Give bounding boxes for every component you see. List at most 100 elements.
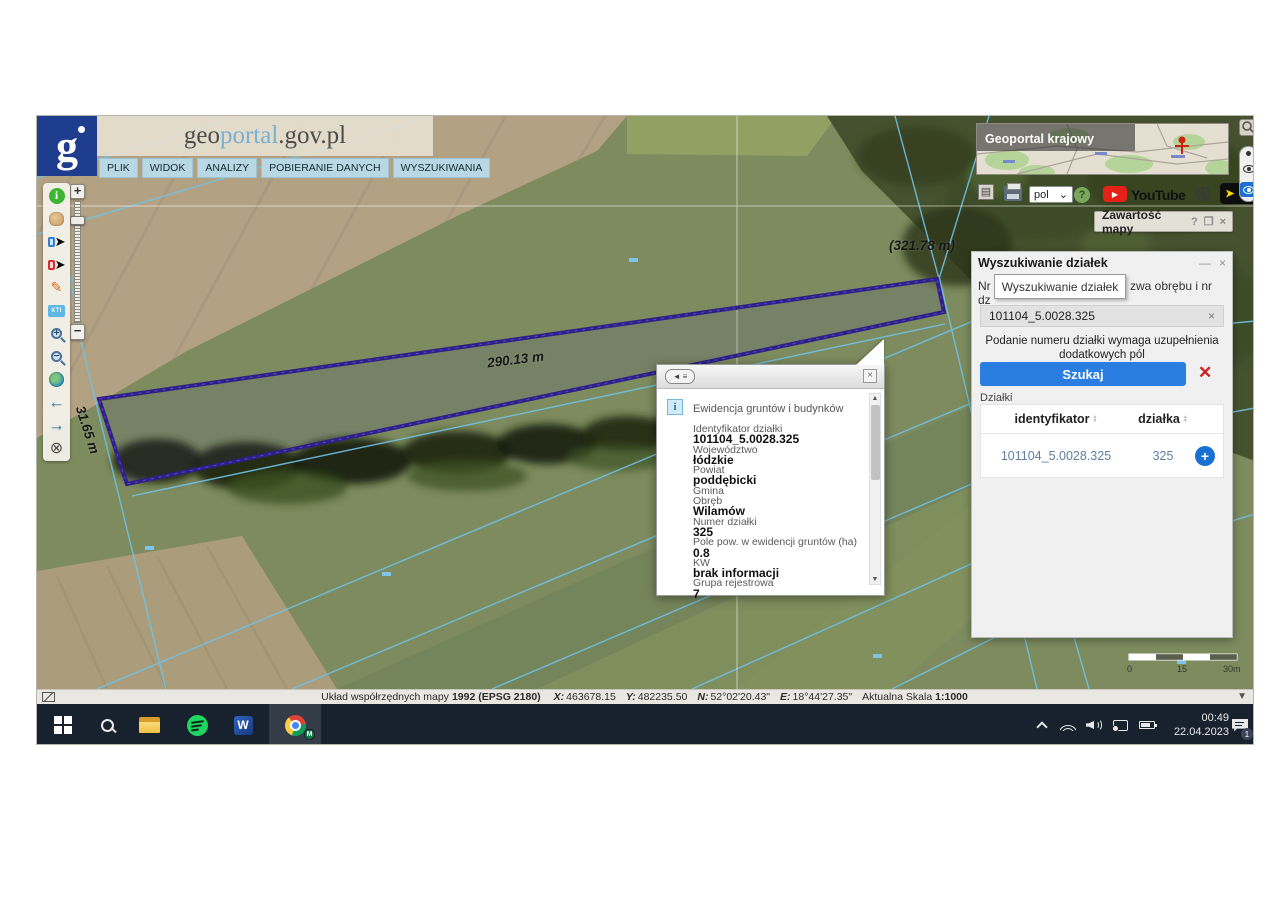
print-button[interactable]: [1004, 186, 1022, 201]
wheel-icon: [1195, 186, 1211, 202]
menu-pobieranie-danych[interactable]: POBIERANIE DANYCH: [261, 158, 388, 178]
magnifier-minus-icon: −: [51, 351, 62, 362]
contrast-cursor-icon: ➤: [1225, 187, 1234, 200]
result-row[interactable]: 101104_5.0028.325 325 +: [981, 434, 1223, 477]
zoom-in-button[interactable]: +: [70, 184, 85, 199]
popup-close-button[interactable]: ×: [863, 369, 877, 383]
start-button[interactable]: [41, 704, 85, 745]
panel-titlebar[interactable]: Wyszukiwanie działek — ×: [972, 252, 1232, 274]
windows-taskbar: W M 00:49 22.04.2023 1: [37, 704, 1254, 745]
deselect-area-tool-button[interactable]: ➤: [48, 256, 66, 273]
zoom-out-tool-button[interactable]: −: [48, 348, 66, 365]
next-view-button[interactable]: →: [48, 417, 66, 434]
word-icon: W: [234, 716, 253, 735]
info-tool-button[interactable]: i: [48, 187, 66, 204]
tray-expand-button[interactable]: [1027, 704, 1057, 745]
map-contents-titlebar[interactable]: Zawartość mapy ? ❐ ×: [1094, 211, 1233, 232]
logo-dot: [78, 126, 85, 133]
column-header-identyfikator[interactable]: identyfikator ▲▼: [981, 412, 1131, 426]
sort-icons: ▲▼: [1183, 415, 1188, 423]
file-explorer-button[interactable]: [127, 704, 171, 745]
attr-label: Numer działki: [693, 517, 861, 527]
youtube-label[interactable]: YouTube: [1131, 187, 1185, 203]
select-area-tool-button[interactable]: ➤: [48, 233, 66, 250]
chevron-up-icon: [1036, 721, 1047, 732]
menu-plik[interactable]: PLIK: [99, 158, 138, 178]
scrollbar-thumb[interactable]: [871, 405, 880, 480]
youtube-button[interactable]: ▶: [1103, 186, 1127, 202]
map-contents-close-button[interactable]: ×: [1220, 216, 1226, 228]
eye-toggle-button[interactable]: [1243, 165, 1255, 173]
zoom-out-button[interactable]: −: [70, 324, 85, 340]
windows-logo-icon: [54, 716, 72, 734]
map-contents-help-button[interactable]: ?: [1191, 216, 1198, 228]
globe-tool-button[interactable]: [48, 371, 66, 388]
notification-badge: 1: [1241, 728, 1253, 740]
chrome-button-active[interactable]: M: [269, 704, 321, 745]
xti-tool-button[interactable]: XTI: [48, 302, 66, 319]
pencil-icon: ✎: [51, 279, 63, 296]
scroll-up-icon[interactable]: ▲: [870, 395, 880, 402]
measure-tool-button[interactable]: ✎: [48, 279, 66, 296]
spotify-icon: [187, 715, 208, 736]
cursor-arrow-icon: ➤: [55, 257, 66, 273]
full-extent-button[interactable]: ⊗: [48, 440, 66, 457]
battery-tray-button[interactable]: [1133, 704, 1161, 745]
speaker-icon: [1086, 719, 1102, 731]
notification-center-button[interactable]: 1: [1225, 704, 1254, 745]
clear-input-icon[interactable]: ×: [1208, 309, 1215, 323]
taskbar-search-button[interactable]: [85, 704, 129, 745]
chevron-down-icon: ⌄: [1059, 188, 1068, 201]
info-icon: i: [49, 188, 65, 204]
wifi-tray-button[interactable]: [1055, 704, 1081, 745]
collapse-arrow-icon[interactable]: ▼: [1237, 691, 1247, 702]
brand-suffix: .gov.pl: [278, 122, 346, 150]
settings-wheel-button[interactable]: [1195, 186, 1211, 202]
zoom-slider-handle[interactable]: [70, 216, 85, 225]
magnifier-plus-icon: +: [51, 328, 62, 339]
menu-wyszukiwania[interactable]: WYSZUKIWANIA: [393, 158, 491, 178]
results-header-row: identyfikator ▲▼ działka ▲▼: [981, 405, 1223, 434]
pan-tool-button[interactable]: [48, 210, 66, 227]
overview-minimap[interactable]: Geoportal krajowy: [976, 123, 1229, 175]
parcel-search-input[interactable]: 101104_5.0028.325 ×: [980, 305, 1224, 327]
column-header-dzialka[interactable]: działka ▲▼: [1131, 412, 1195, 426]
back-to-list-button[interactable]: ◄ ≡: [665, 369, 695, 384]
volume-tray-button[interactable]: [1081, 704, 1107, 745]
status-x-value: 463678.15: [566, 691, 616, 703]
spotify-button[interactable]: [175, 704, 219, 745]
logo-g-glyph: g: [56, 121, 78, 172]
search-magnifier-button[interactable]: [1239, 119, 1254, 136]
language-select[interactable]: pol ⌄: [1029, 186, 1073, 203]
cancel-search-icon[interactable]: ✕: [1198, 363, 1212, 383]
scale-tick-30: 30m: [1223, 664, 1241, 674]
status-n-value: 52°02'20.43": [710, 691, 770, 703]
popup-scrollbar[interactable]: ▲ ▼: [869, 393, 881, 585]
status-toggle-icon[interactable]: [42, 692, 55, 702]
word-button[interactable]: W: [221, 704, 265, 745]
cast-tray-button[interactable]: [1107, 704, 1133, 745]
zoom-in-tool-button[interactable]: +: [48, 325, 66, 342]
clock-tray[interactable]: 00:49 22.04.2023: [1165, 704, 1229, 745]
search-button[interactable]: Szukaj: [980, 362, 1186, 386]
help-button[interactable]: ?: [1074, 187, 1090, 203]
results-list-label: Działki: [980, 392, 1012, 404]
panel-minimize-button[interactable]: —: [1199, 256, 1211, 270]
dot-button[interactable]: [1246, 151, 1251, 156]
geoportal-logo[interactable]: g: [37, 116, 97, 176]
parcel-search-value: 101104_5.0028.325: [989, 309, 1208, 323]
main-menu: PLIK WIDOK ANALIZY POBIERANIE DANYCH WYS…: [99, 158, 490, 178]
result-parcel-number: 325: [1131, 449, 1195, 463]
menu-analizy[interactable]: ANALIZY: [197, 158, 257, 178]
add-parcel-button[interactable]: +: [1195, 446, 1215, 466]
legend-button[interactable]: ▤: [978, 184, 994, 200]
results-table: identyfikator ▲▼ działka ▲▼ 101104_5.002…: [980, 404, 1224, 478]
panel-close-button[interactable]: ×: [1219, 256, 1226, 270]
xti-icon: XTI: [48, 305, 65, 317]
active-eye-button[interactable]: [1240, 182, 1254, 197]
map-contents-maximize-button[interactable]: ❐: [1204, 215, 1214, 228]
menu-widok[interactable]: WIDOK: [142, 158, 194, 178]
scroll-down-icon[interactable]: ▼: [870, 576, 880, 583]
white-eye-icon: [1243, 186, 1254, 194]
previous-view-button[interactable]: ←: [48, 394, 66, 411]
